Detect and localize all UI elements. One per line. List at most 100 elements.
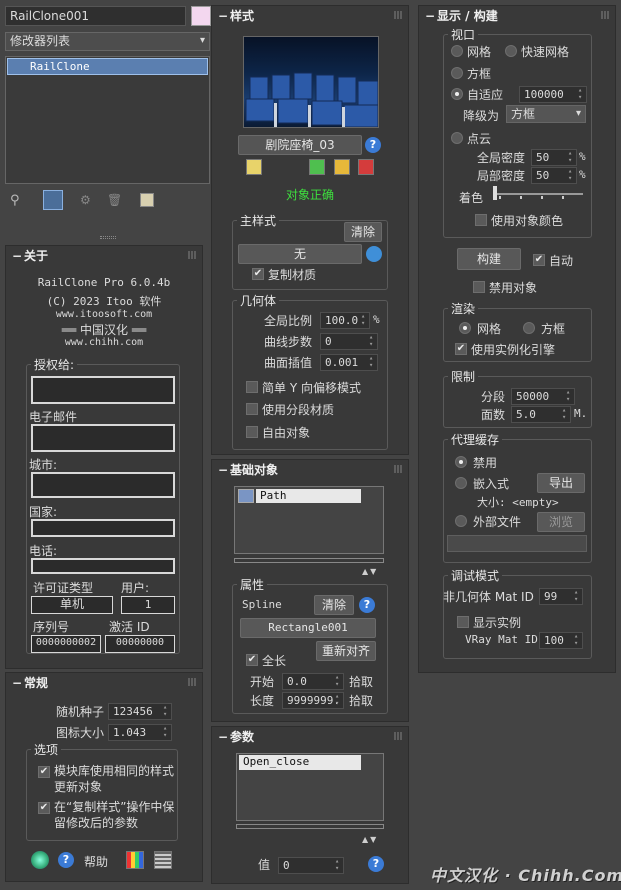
base-objects-rollout-title[interactable]: − 基础对象 (218, 460, 278, 480)
viewport-fast-grid-radio[interactable] (505, 45, 517, 57)
rollout-grip-icon[interactable] (188, 678, 196, 686)
copy-material-checkbox[interactable]: ✔ (252, 268, 264, 280)
rollout-grip-icon[interactable] (394, 465, 402, 473)
value-spinner[interactable]: 0 (278, 857, 344, 874)
build-button[interactable]: 构建 (457, 248, 521, 270)
library-icon[interactable] (31, 851, 49, 869)
global-density-spinner[interactable]: 50 (531, 149, 577, 166)
global-scale-spinner[interactable]: 100.0 (320, 312, 370, 329)
parameter-open-close[interactable]: Open_close (239, 755, 361, 770)
export-style-icon[interactable] (358, 159, 374, 175)
modifier-list-dropdown[interactable]: 修改器列表 (5, 32, 210, 51)
rollout-grip-icon[interactable] (188, 251, 196, 259)
show-end-result-icon[interactable] (43, 190, 63, 210)
statistics-icon[interactable] (126, 851, 144, 869)
style-thumbnail[interactable] (243, 36, 379, 128)
segments-spinner[interactable]: 50000 (511, 388, 575, 405)
length-pick-button[interactable]: 拾取 (349, 692, 373, 709)
style-rollout: − 样式 剧院座椅_03 ? 对象正确 主样式 清除 无 ✔ 复制材质 几何体 全… (211, 5, 409, 455)
disable-object-checkbox[interactable] (473, 281, 485, 293)
rollout-grip-icon[interactable] (601, 11, 609, 19)
random-seed-spinner[interactable]: 123456 (108, 703, 172, 720)
display-build-rollout-title[interactable]: − 显示 / 构建 (425, 6, 498, 26)
render-grid-radio[interactable] (459, 322, 471, 334)
surface-interp-spinner[interactable]: 0.001 (320, 354, 378, 371)
adaptive-spinner[interactable]: 100000 (519, 86, 587, 103)
viewport-box-radio[interactable] (451, 67, 463, 79)
main-style-clear-button[interactable]: 清除 (344, 222, 382, 242)
instancing-checkbox[interactable]: ✔ (455, 343, 467, 355)
render-box-radio[interactable] (523, 322, 535, 334)
use-object-color-checkbox[interactable] (475, 214, 487, 226)
proxy-external-radio[interactable] (455, 515, 467, 527)
faces-spinner[interactable]: 5.0 (511, 406, 571, 423)
refresh-style-icon[interactable] (366, 246, 382, 262)
base-object-path[interactable]: Path (256, 489, 361, 503)
import-style-icon[interactable] (309, 159, 325, 175)
curve-steps-spinner[interactable]: 0 (320, 333, 378, 350)
style-rollout-title[interactable]: − 样式 (218, 6, 254, 26)
make-unique-icon[interactable]: ⚙ (80, 193, 91, 207)
spline-pick-button[interactable]: Rectangle001 (240, 618, 376, 638)
about-website[interactable]: www.itoosoft.com (6, 309, 202, 320)
style-name-button[interactable]: 剧院座椅_03 (238, 135, 362, 155)
about-localization-site[interactable]: www.chihh.com (6, 337, 202, 348)
object-color-swatch[interactable] (191, 6, 211, 26)
merge-style-icon[interactable] (334, 159, 350, 175)
main-style-none-button[interactable]: 无 (238, 244, 362, 264)
help-label[interactable]: 帮助 (84, 853, 108, 870)
rollout-grip-icon[interactable] (394, 11, 402, 19)
update-same-style-checkbox[interactable]: ✔ (38, 766, 50, 778)
list-reorder-arrows[interactable]: ▲▼ (362, 567, 378, 576)
full-length-checkbox[interactable]: ✔ (246, 654, 258, 666)
about-rollout-title[interactable]: − 关于 (12, 246, 48, 266)
options-label: 选项 (31, 741, 62, 758)
proxy-disable-radio[interactable] (455, 456, 467, 468)
tint-slider-handle[interactable] (493, 186, 497, 200)
icon-size-spinner[interactable]: 1.043 (108, 724, 172, 741)
tint-slider[interactable] (493, 193, 583, 195)
start-pick-button[interactable]: 拾取 (349, 673, 373, 690)
list-view-icon[interactable] (154, 851, 172, 869)
style-help-icon[interactable]: ? (365, 137, 381, 153)
pin-stack-icon[interactable]: ⚲ (10, 193, 20, 208)
params-reorder-arrows[interactable]: ▲▼ (362, 835, 378, 844)
object-name-field[interactable]: RailClone001 (5, 6, 186, 26)
rollout-grip-icon[interactable] (394, 732, 402, 740)
params-help-icon[interactable]: ? (368, 856, 384, 872)
keep-modified-params-checkbox[interactable]: ✔ (38, 802, 50, 814)
proxy-file-path-field[interactable] (447, 535, 587, 552)
proxy-export-button[interactable]: 导出 (537, 473, 585, 493)
list-scrollbar[interactable] (234, 558, 384, 563)
help-icon[interactable]: ? (58, 852, 74, 868)
segment-material-checkbox[interactable] (246, 403, 258, 415)
base-objects-list[interactable]: Path (234, 486, 384, 554)
viewport-label: 视口 (448, 26, 479, 43)
configure-modifier-sets-icon[interactable] (140, 193, 154, 207)
vray-mat-id-spinner[interactable]: 100 (539, 632, 583, 649)
simple-y-offset-checkbox[interactable] (246, 381, 258, 393)
remove-modifier-icon[interactable]: 🗑 (107, 193, 122, 207)
local-density-spinner[interactable]: 50 (531, 167, 577, 184)
general-rollout-title[interactable]: − 常规 (12, 673, 48, 693)
proxy-browse-button[interactable]: 浏览 (537, 512, 585, 532)
realign-button[interactable]: 重新对齐 (316, 641, 376, 661)
params-scrollbar[interactable] (236, 824, 384, 829)
start-spinner[interactable]: 0.0 (282, 673, 344, 690)
viewport-grid-radio[interactable] (451, 45, 463, 57)
spline-clear-button[interactable]: 清除 (314, 595, 354, 615)
stack-item-railclone[interactable]: RailClone (7, 58, 208, 75)
parameters-list[interactable]: Open_close (236, 753, 384, 821)
viewport-adaptive-radio[interactable] (451, 88, 463, 100)
edit-style-icon[interactable] (246, 159, 262, 175)
proxy-embedded-radio[interactable] (455, 477, 467, 489)
spline-help-icon[interactable]: ? (359, 597, 375, 613)
non-geometry-mat-id-spinner[interactable]: 99 (539, 588, 583, 605)
length-spinner[interactable]: 9999999. (282, 692, 344, 709)
free-object-checkbox[interactable] (246, 426, 258, 438)
parameters-rollout-title[interactable]: − 参数 (218, 727, 254, 747)
show-instances-checkbox[interactable] (457, 616, 469, 628)
viewport-point-cloud-radio[interactable] (451, 132, 463, 144)
auto-build-checkbox[interactable]: ✔ (533, 254, 545, 266)
degrade-dropdown[interactable]: 方框 (506, 105, 586, 123)
